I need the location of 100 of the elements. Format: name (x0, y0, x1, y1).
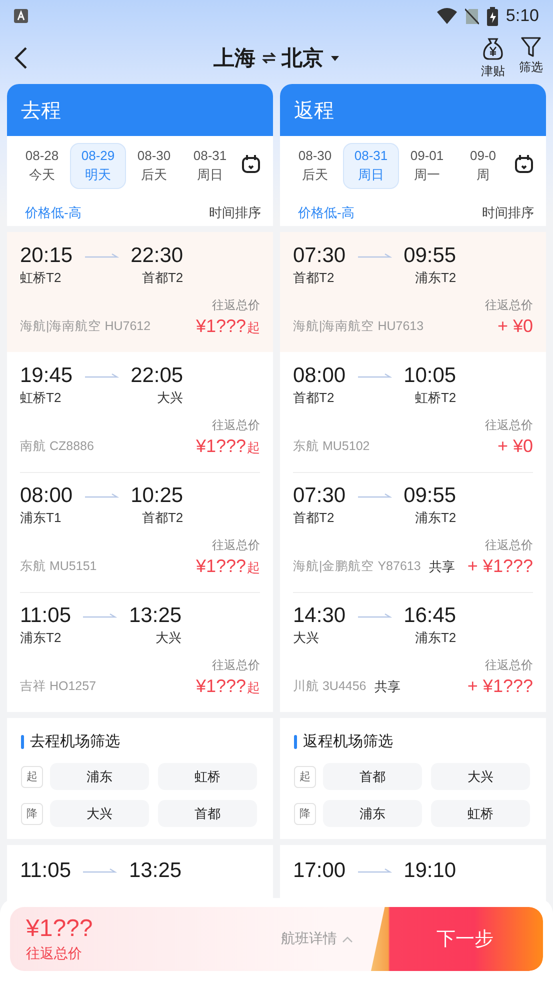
section-title: 返程机场筛选 (303, 732, 393, 751)
airport-type-tag: 降 (294, 802, 316, 824)
flight-number: 南航 CZ8886 (20, 438, 94, 455)
airport-option[interactable]: 浦东 (322, 800, 422, 827)
departure-airport: 首都T2 (293, 269, 334, 287)
flight-row[interactable]: 07:30 09:55 首都T2 浦东T2 往返总价 海航|海南航空 HU7613 + ¥0 (280, 232, 546, 352)
arrival-airport: 首都T2 (142, 269, 184, 287)
price: ¥1???起 (196, 316, 260, 337)
date-tab[interactable]: 09-0 周 (455, 143, 511, 189)
no-sim-icon (464, 8, 479, 24)
swap-icon[interactable] (262, 52, 276, 64)
date-tab[interactable]: 08-30 后天 (287, 143, 343, 189)
flight-row[interactable]: 11:05 13:25 浦东T2 大兴 往返总价 吉祥 HO1257 ¥1???起 (7, 592, 273, 712)
arrival-airport: 浦东T2 (414, 629, 456, 647)
flight-number: 海航|海南航空 HU7613 (293, 318, 424, 335)
sort-tab[interactable]: 时间排序 (209, 204, 261, 224)
codeshare-label: 共享 (374, 678, 400, 696)
departure-airport: 虹桥T2 (20, 269, 62, 287)
next-step-button[interactable]: 下一步 (371, 907, 543, 971)
destination-city[interactable]: 北京 (282, 44, 324, 72)
airport-option[interactable]: 首都 (322, 763, 422, 790)
wifi-icon (436, 8, 457, 24)
airport-option[interactable]: 首都 (158, 800, 258, 827)
price: ¥1???起 (196, 436, 260, 457)
arrival-time: 16:45 (404, 603, 456, 629)
flight-number: 吉祥 HO1257 (20, 678, 96, 695)
airport-option[interactable]: 虹桥 (430, 800, 530, 827)
flight-row[interactable]: 14:30 16:45 大兴 浦东T2 往返总价 川航 3U4456 共享 + ¥1??? (280, 592, 546, 712)
departure-time: 17:00 (293, 858, 346, 884)
price-label: 往返总价 (212, 537, 260, 554)
price: + ¥1??? (467, 556, 533, 577)
departure-time: 07:30 (293, 243, 346, 269)
departure-time: 20:15 (20, 243, 73, 269)
departure-time: 11:05 (20, 858, 71, 884)
departure-airport: 首都T2 (293, 509, 334, 527)
departure-time: 07:30 (293, 483, 346, 509)
departure-airport: 大兴 (293, 629, 319, 647)
arrival-airport: 大兴 (156, 629, 182, 647)
airport-type-tag: 起 (294, 766, 316, 788)
back-icon[interactable] (14, 46, 28, 70)
departure-time: 19:45 (20, 363, 73, 389)
sort-tab[interactable]: 价格低-高 (25, 204, 82, 224)
price-label: 往返总价 (212, 417, 260, 434)
flight-row[interactable]: 20:15 22:30 虹桥T2 首都T2 往返总价 海航|海南航空 HU7612 ¥1???起 (7, 232, 273, 352)
flight-number: 川航 3U4456 (293, 678, 366, 695)
departure-airport: 首都T2 (293, 389, 334, 407)
arrival-time: 22:05 (130, 363, 184, 389)
dropdown-caret-icon[interactable] (330, 54, 340, 62)
airport-option[interactable]: 大兴 (50, 800, 149, 827)
flight-row[interactable]: 08:00 10:25 浦东T1 首都T2 往返总价 东航 MU5151 ¥1???起 (7, 472, 273, 592)
trip-header: 去程 (7, 84, 273, 136)
price-label: 往返总价 (485, 297, 533, 314)
price: + ¥0 (497, 316, 533, 337)
allowance-button[interactable]: 津贴 (481, 36, 505, 80)
arrival-time: 10:05 (404, 363, 456, 389)
calendar-icon[interactable] (514, 154, 534, 174)
sort-tab[interactable]: 时间排序 (482, 204, 534, 224)
price-label: 往返总价 (485, 537, 533, 554)
departure-airport: 虹桥T2 (20, 389, 62, 407)
date-tab[interactable]: 09-01 周一 (399, 143, 455, 189)
origin-city[interactable]: 上海 (214, 44, 256, 72)
arrival-airport: 浦东T2 (414, 509, 456, 527)
flight-number: 海航|海南航空 HU7612 (20, 318, 151, 335)
arrival-time: 13:25 (129, 603, 182, 629)
departure-airport: 浦东T2 (20, 629, 62, 647)
arrival-time: 09:55 (404, 243, 456, 269)
arrival-airport: 首都T2 (142, 509, 184, 527)
airport-option[interactable]: 浦东 (50, 763, 149, 790)
date-tab[interactable]: 08-28 今天 (14, 143, 70, 189)
status-time: 5:10 (506, 6, 539, 26)
arrival-airport: 虹桥T2 (414, 389, 456, 407)
money-bag-icon (482, 36, 504, 60)
sort-tab[interactable]: 价格低-高 (298, 204, 354, 224)
arrival-airport: 大兴 (157, 389, 184, 407)
price-label: 往返总价 (485, 417, 533, 434)
flight-row[interactable]: 07:30 09:55 首都T2 浦东T2 往返总价 海航|金鹏航空 Y87613 共享 + ¥1??? (280, 472, 546, 592)
airport-option[interactable]: 大兴 (430, 763, 530, 790)
airport-type-tag: 起 (21, 766, 43, 788)
filter-icon (521, 36, 541, 56)
date-tab[interactable]: 08-30 后天 (126, 143, 182, 189)
departure-airport: 浦东T1 (20, 509, 62, 527)
calendar-icon[interactable] (241, 154, 261, 174)
filter-button[interactable]: 筛选 (519, 36, 543, 80)
battery-icon (486, 6, 498, 26)
section-title: 去程机场筛选 (30, 732, 120, 751)
arrival-time: 09:55 (404, 483, 456, 509)
flight-row[interactable]: 19:45 22:05 虹桥T2 大兴 往返总价 南航 CZ8886 ¥1???起 (7, 352, 273, 472)
total-price: ¥1??? (26, 915, 93, 943)
arrival-time: 22:30 (130, 243, 184, 269)
price: + ¥1??? (467, 676, 533, 697)
total-price-label: 往返总价 (26, 945, 83, 963)
date-tab[interactable]: 08-31 周日 (182, 143, 238, 189)
price: + ¥0 (497, 436, 533, 457)
flight-row[interactable]: 08:00 10:05 首都T2 虹桥T2 往返总价 东航 MU5102 + ¥0 (280, 352, 546, 472)
departure-time: 11:05 (20, 603, 71, 629)
departure-time: 08:00 (293, 363, 346, 389)
arrival-time: 10:25 (130, 483, 184, 509)
departure-time: 14:30 (293, 603, 346, 629)
airport-option[interactable]: 虹桥 (158, 763, 258, 790)
flight-number: 海航|金鹏航空 Y87613 (293, 558, 421, 575)
